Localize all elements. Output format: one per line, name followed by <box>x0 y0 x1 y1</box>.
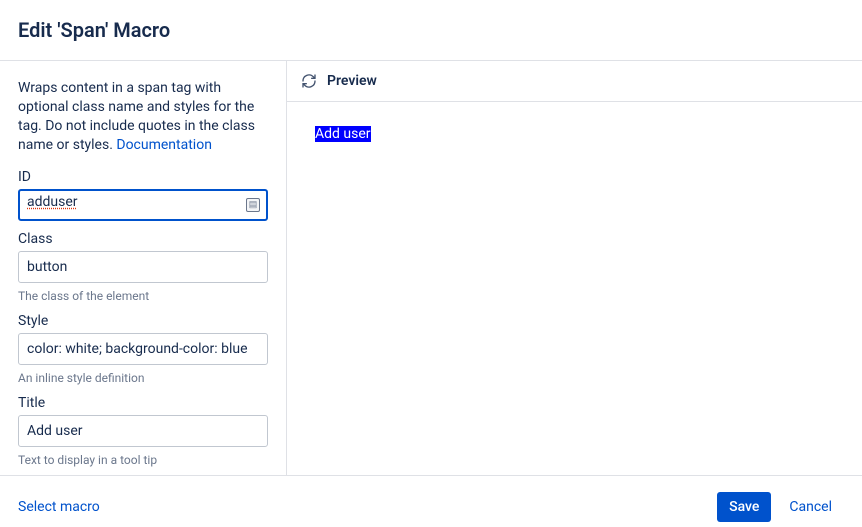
style-label: Style <box>18 313 268 329</box>
documentation-link[interactable]: Documentation <box>116 137 212 153</box>
select-macro-button[interactable]: Select macro <box>8 493 110 521</box>
field-group-id: ID adduser ▤ <box>18 169 268 221</box>
title-input[interactable] <box>18 415 268 447</box>
field-group-style: Style An inline style definition <box>18 313 268 385</box>
style-input[interactable] <box>18 333 268 365</box>
dialog-title: Edit 'Span' Macro <box>18 18 844 42</box>
title-label: Title <box>18 395 268 411</box>
class-label: Class <box>18 231 268 247</box>
id-input-value: adduser <box>27 194 78 210</box>
preview-header: Preview <box>287 61 862 102</box>
style-help: An inline style definition <box>18 371 268 385</box>
preview-panel: Preview Add user <box>287 61 862 475</box>
field-group-class: Class The class of the element <box>18 231 268 303</box>
dialog-header: Edit 'Span' Macro <box>0 0 862 61</box>
preview-body: Add user <box>287 102 862 166</box>
class-input[interactable] <box>18 251 268 283</box>
dialog-footer: Select macro Save Cancel <box>0 476 862 522</box>
preview-title: Preview <box>327 73 377 89</box>
class-help: The class of the element <box>18 289 268 303</box>
autofill-icon: ▤ <box>246 198 260 212</box>
title-help: Text to display in a tool tip <box>18 453 268 467</box>
id-input-wrapper: adduser ▤ <box>18 189 268 221</box>
macro-form-panel: Wraps content in a span tag with optiona… <box>0 61 287 475</box>
refresh-icon[interactable] <box>301 73 317 89</box>
cancel-button[interactable]: Cancel <box>777 492 844 522</box>
id-label: ID <box>18 169 268 185</box>
macro-description: Wraps content in a span tag with optiona… <box>18 79 268 155</box>
field-group-title: Title Text to display in a tool tip <box>18 395 268 467</box>
preview-span-output: Add user <box>315 126 371 142</box>
dialog-body: Wraps content in a span tag with optiona… <box>0 61 862 476</box>
save-button[interactable]: Save <box>717 492 771 522</box>
id-input[interactable]: adduser <box>18 189 268 221</box>
